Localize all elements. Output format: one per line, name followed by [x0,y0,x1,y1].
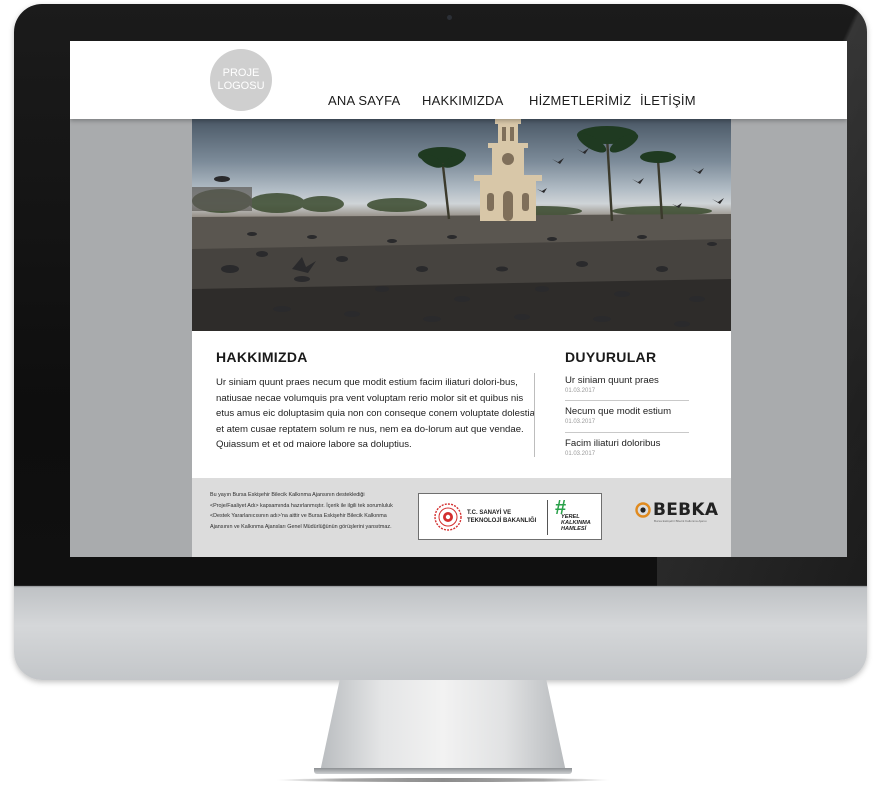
announcement-item[interactable]: Ur siniam quunt praes 01.03.2017 [565,375,691,394]
local-development-campaign: YEREL KALKINMA HAMLESİ [561,514,601,532]
announcement-item[interactable]: Facim iliaturi doloribus 01.03.2017 [565,438,691,457]
campaign-line-3: HAMLESİ [561,526,587,532]
about-heading: HAKKIMIZDA [216,349,308,365]
logo-line-2: LOGOSU [217,80,265,92]
announcement-date: 01.03.2017 [565,388,596,394]
nav-contact[interactable]: İLETİŞİM [640,93,696,108]
ministry-name-line-2: TEKNOLOJİ BAKANLIĞI [467,517,537,524]
column-divider [534,373,535,457]
announcement-separator [565,400,689,401]
nav-services[interactable]: HİZMETLERİMİZ [529,93,631,108]
bebka-emblem-icon [635,502,651,518]
nav-about[interactable]: HAKKIMIZDA [422,93,503,108]
hero-image [192,119,731,331]
website-screen: PROJE LOGOSU ANA SAYFA HAKKIMIZDA HİZMET… [70,41,847,557]
project-logo[interactable]: PROJE LOGOSU [210,49,272,111]
announcement-title: Ur siniam quunt praes [565,375,659,386]
announcement-item[interactable]: Necum que modit estium 01.03.2017 [565,406,691,425]
about-paragraph: Ur siniam quunt praes necum que modit es… [216,377,535,451]
camera-icon [447,15,452,20]
monitor-stand-base [314,768,572,774]
announcement-date: 01.03.2017 [565,419,596,425]
nav-home[interactable]: ANA SAYFA [328,93,400,108]
footer-disclaimer: Bu yayın Bursa Eskişehir Bilecik Kalkınm… [210,492,393,530]
bebka-subtitle: Bursa Eskişehir Bilecik Kalkınma Ajansı [654,519,707,523]
monitor-chin-divider [14,586,867,587]
stand-shadow [276,778,610,782]
site-header: PROJE LOGOSU ANA SAYFA HAKKIMIZDA HİZMET… [70,41,847,119]
announcement-title: Necum que modit estium [565,406,672,417]
ministry-name-line-1: T.C. SANAYİ VE [467,510,512,516]
content-area: HAKKIMIZDA Ur siniam quunt praes necum q… [192,119,731,557]
bebka-wordmark: BEBKA [653,500,719,520]
logo-divider [547,500,548,535]
announcements-heading: DUYURULAR [565,349,657,365]
monitor-frame: PROJE LOGOSU ANA SAYFA HAKKIMIZDA HİZMET… [14,4,867,680]
ministry-logo-box[interactable]: T.C. SANAYİ VE TEKNOLOJİ BAKANLIĞI # YER… [418,493,602,540]
ministry-name: T.C. SANAYİ VE TEKNOLOJİ BAKANLIĞI [467,510,536,525]
bebka-logo[interactable]: BEBKA Bursa Eskişehir Bilecik Kalkınma A… [635,500,720,526]
announcement-separator [565,432,689,433]
site-footer: Bu yayın Bursa Eskişehir Bilecik Kalkınm… [192,478,731,557]
logo-line-1: PROJE [222,67,260,79]
announcement-date: 01.03.2017 [565,451,596,457]
announcement-title: Facim iliaturi doloribus [565,438,661,449]
clock-tower-square-photo [192,119,731,331]
monitor-stand [320,680,566,772]
ministry-seal-icon [434,503,462,531]
